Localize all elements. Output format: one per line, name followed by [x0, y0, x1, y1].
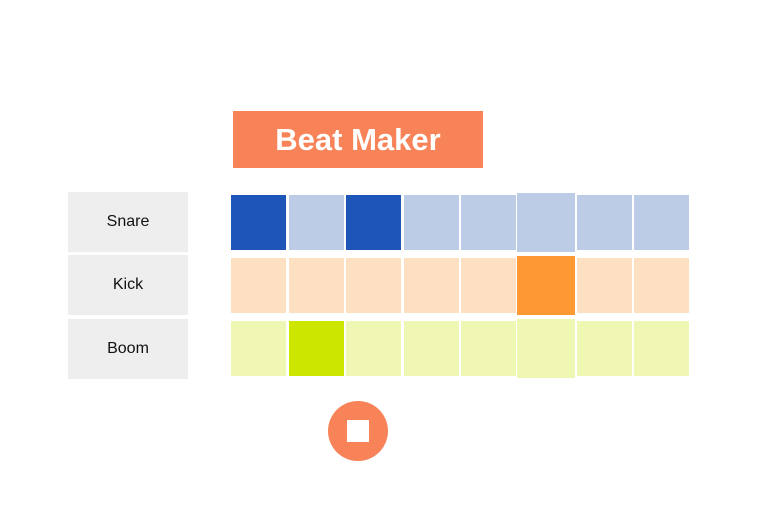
step-snare-3[interactable]	[346, 195, 401, 250]
step-boom-3[interactable]	[346, 321, 401, 376]
step-snare-5[interactable]	[461, 195, 516, 250]
step-snare-8[interactable]	[634, 195, 689, 250]
step-kick-1[interactable]	[231, 258, 286, 313]
step-boom-7[interactable]	[577, 321, 632, 376]
step-snare-4[interactable]	[404, 195, 459, 250]
step-kick-6[interactable]	[517, 256, 575, 315]
step-boom-5[interactable]	[461, 321, 516, 376]
track-label-boom[interactable]: Boom	[68, 319, 188, 379]
step-boom-6[interactable]	[517, 319, 575, 378]
step-snare-2[interactable]	[289, 195, 344, 250]
step-kick-4[interactable]	[404, 258, 459, 313]
stop-icon	[347, 420, 369, 442]
track-label-snare[interactable]: Snare	[68, 192, 188, 252]
step-kick-5[interactable]	[461, 258, 516, 313]
step-kick-8[interactable]	[634, 258, 689, 313]
step-kick-7[interactable]	[577, 258, 632, 313]
step-snare-6[interactable]	[517, 193, 575, 252]
page-title: Beat Maker	[233, 111, 483, 168]
step-boom-4[interactable]	[404, 321, 459, 376]
step-kick-2[interactable]	[289, 258, 344, 313]
step-snare-7[interactable]	[577, 195, 632, 250]
step-boom-1[interactable]	[231, 321, 286, 376]
step-boom-2[interactable]	[289, 321, 344, 376]
stop-button[interactable]	[328, 401, 388, 461]
track-label-kick[interactable]: Kick	[68, 255, 188, 315]
step-boom-8[interactable]	[634, 321, 689, 376]
step-snare-1[interactable]	[231, 195, 286, 250]
step-kick-3[interactable]	[346, 258, 401, 313]
